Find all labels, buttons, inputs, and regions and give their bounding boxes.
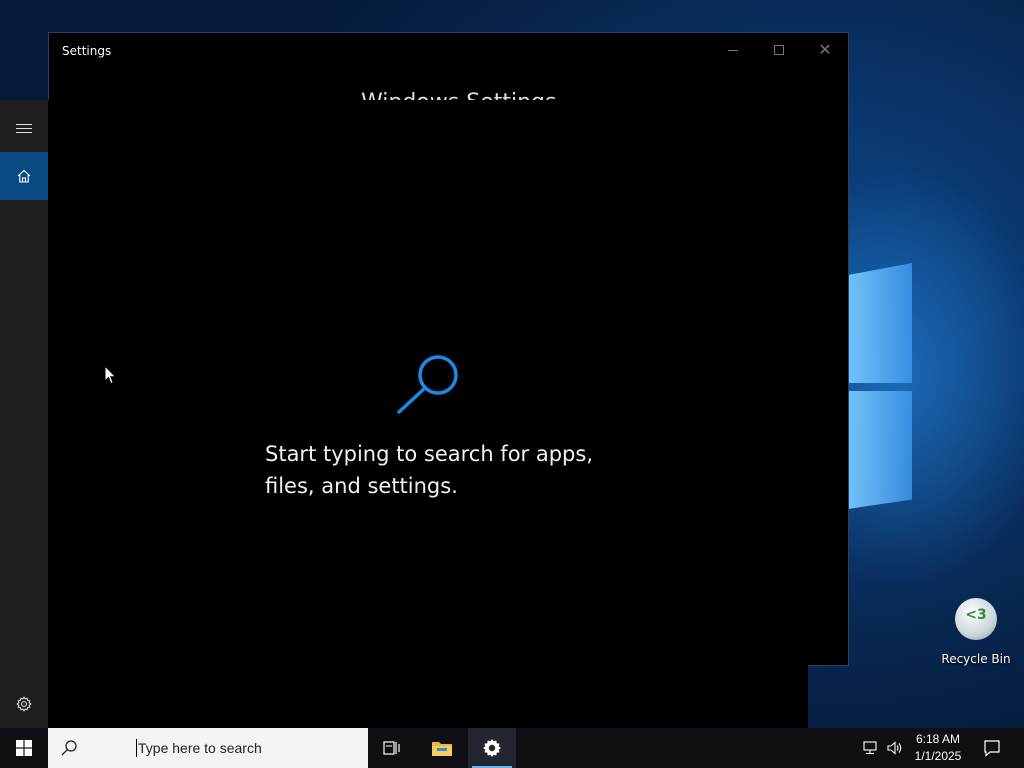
minimize-button[interactable] (710, 33, 756, 67)
window-title: Settings (62, 44, 112, 58)
magnifier-icon (397, 355, 458, 414)
minimize-icon (728, 49, 738, 51)
text-caret (136, 739, 137, 757)
search-icon (61, 740, 77, 756)
search-prompt: Start typing to search for apps, files, … (265, 438, 625, 502)
title-bar[interactable]: Settings ✕ (49, 33, 848, 67)
notification-icon (984, 740, 1000, 757)
search-input[interactable]: Type here to search (138, 740, 262, 756)
taskbar-search-box[interactable]: Type here to search (48, 728, 368, 768)
settings-taskbar-button[interactable] (468, 728, 516, 768)
system-clock[interactable]: 6:18 AM 1/1/2025 (908, 731, 968, 765)
maximize-icon (774, 45, 784, 55)
windows-logo-art (848, 235, 912, 535)
task-view-icon (383, 741, 400, 755)
home-button[interactable] (0, 152, 48, 200)
menu-button[interactable] (0, 104, 48, 152)
start-button[interactable] (0, 728, 48, 768)
flyout-nav-rail (0, 100, 48, 728)
menu-icon (16, 121, 32, 136)
network-button[interactable] (859, 728, 883, 768)
search-flyout: Start typing to search for apps, files, … (0, 100, 808, 728)
file-explorer-icon (432, 742, 452, 756)
action-center-button[interactable] (974, 728, 1010, 768)
windows-logo-icon (16, 740, 32, 756)
clock-time: 6:18 AM (915, 732, 961, 746)
search-prompt-line1: Start typing to search for apps, (265, 442, 594, 466)
gear-icon (16, 696, 32, 712)
volume-icon (887, 741, 902, 755)
recycle-bin-label: Recycle Bin (941, 652, 1011, 666)
volume-button[interactable] (883, 728, 907, 768)
taskbar: Type here to search 6:18 AM 1/1/2025 (0, 728, 1024, 768)
recycle-bin[interactable]: <3 Recycle Bin (940, 598, 1012, 666)
clock-date: 1/1/2025 (914, 749, 962, 763)
home-icon (17, 169, 31, 183)
close-icon: ✕ (818, 40, 832, 59)
close-button[interactable]: ✕ (802, 33, 848, 67)
gear-icon (483, 739, 501, 757)
settings-button[interactable] (0, 680, 48, 728)
search-prompt-line2: files, and settings. (265, 474, 458, 498)
mouse-cursor-icon (104, 365, 117, 385)
network-icon (863, 741, 877, 755)
task-view-button[interactable] (368, 728, 416, 768)
maximize-button[interactable] (756, 33, 802, 67)
recycle-bin-icon: <3 (955, 598, 997, 640)
file-explorer-button[interactable] (418, 728, 466, 768)
